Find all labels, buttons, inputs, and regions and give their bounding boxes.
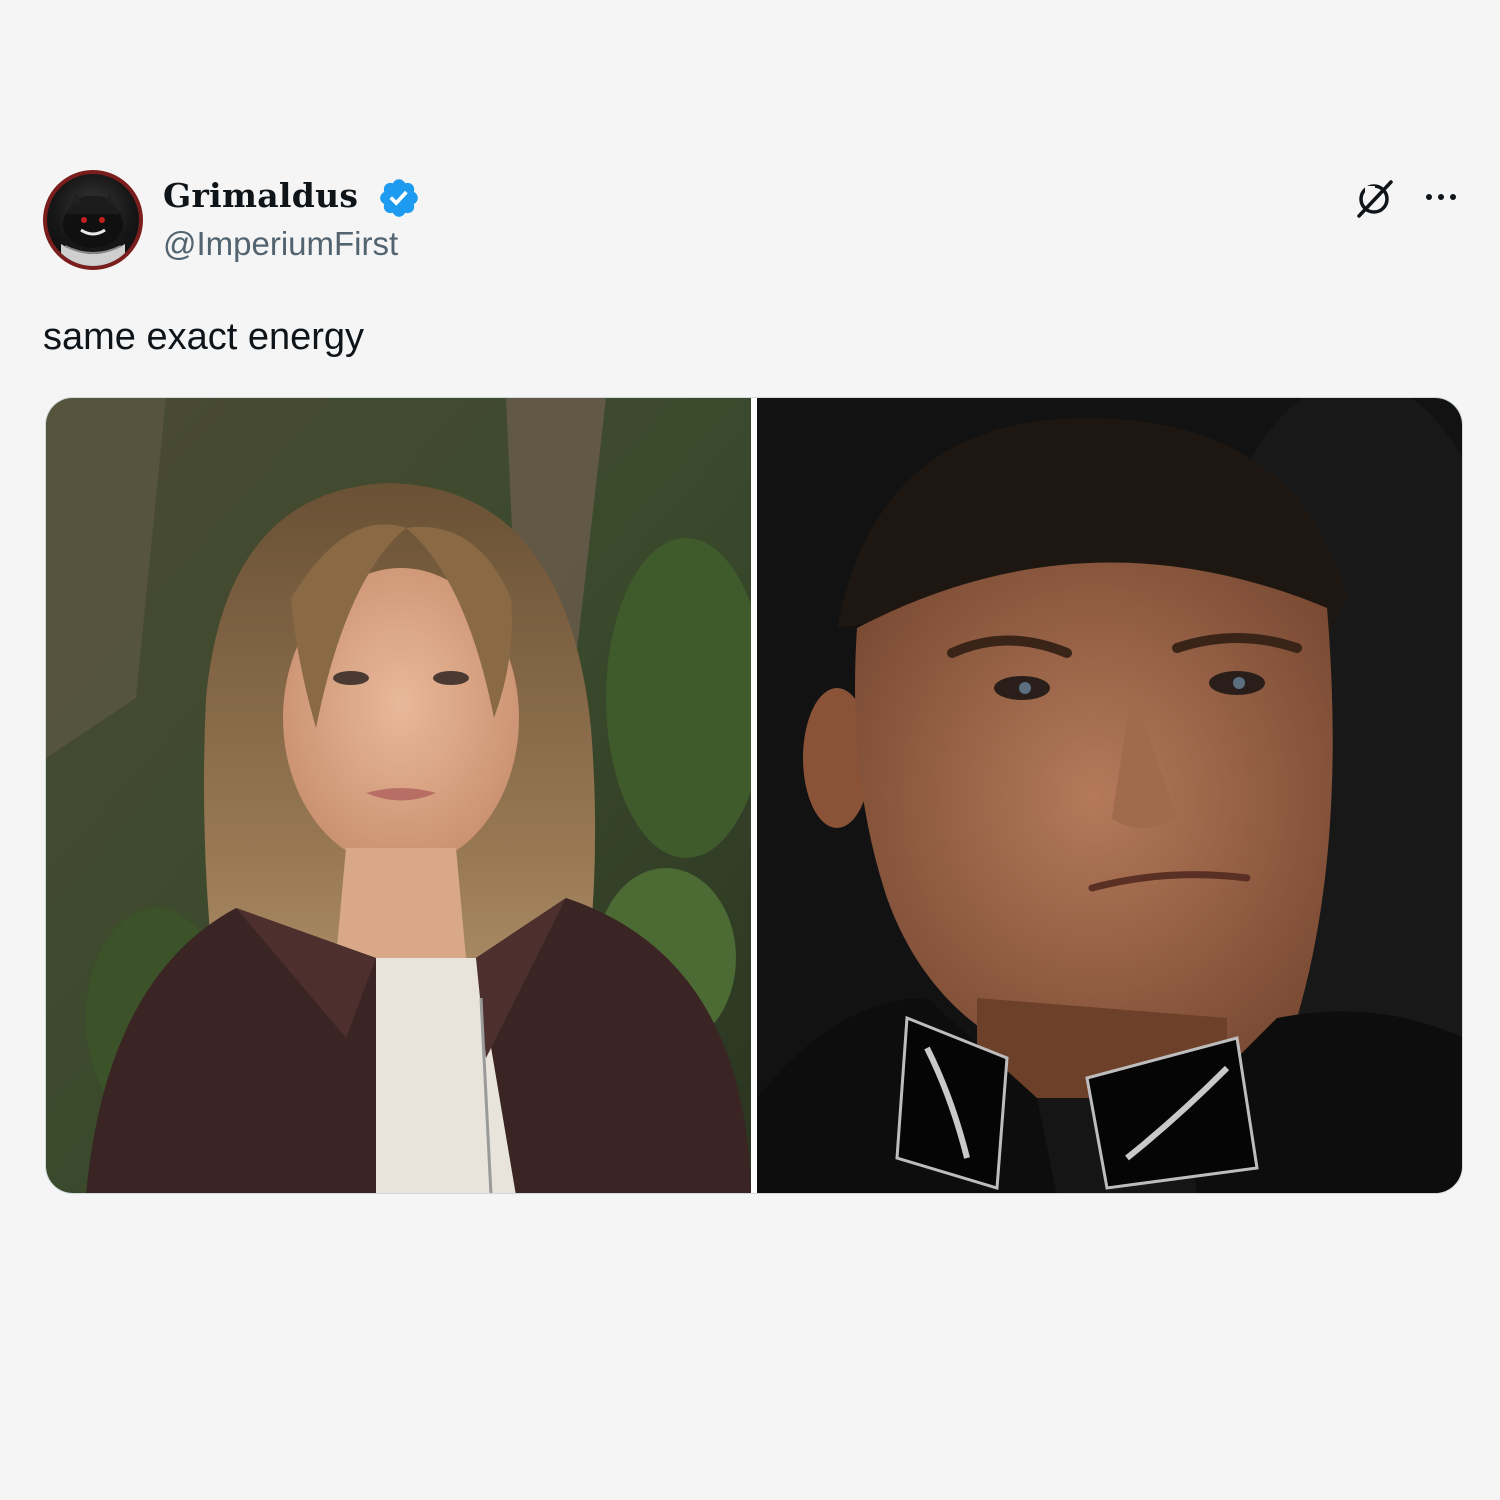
verified-badge-icon (380, 179, 418, 217)
grok-slash-icon[interactable] (1351, 176, 1397, 222)
photo-woman-leather-jacket (46, 398, 751, 1193)
more-horizontal-icon[interactable] (1420, 182, 1462, 212)
photo-man-uniform (757, 398, 1462, 1193)
avatar-icon (61, 192, 125, 266)
photo-left[interactable] (46, 398, 751, 1193)
tweet-text: same exact energy (43, 316, 365, 358)
display-name[interactable]: Grimaldus (163, 176, 358, 216)
handle[interactable]: @ImperiumFirst (163, 224, 398, 264)
photo-right[interactable] (757, 398, 1462, 1193)
tweet: Grimaldus @ImperiumFirst same exact ener… (0, 0, 1500, 1500)
avatar[interactable] (43, 170, 143, 270)
media-grid (45, 397, 1463, 1194)
